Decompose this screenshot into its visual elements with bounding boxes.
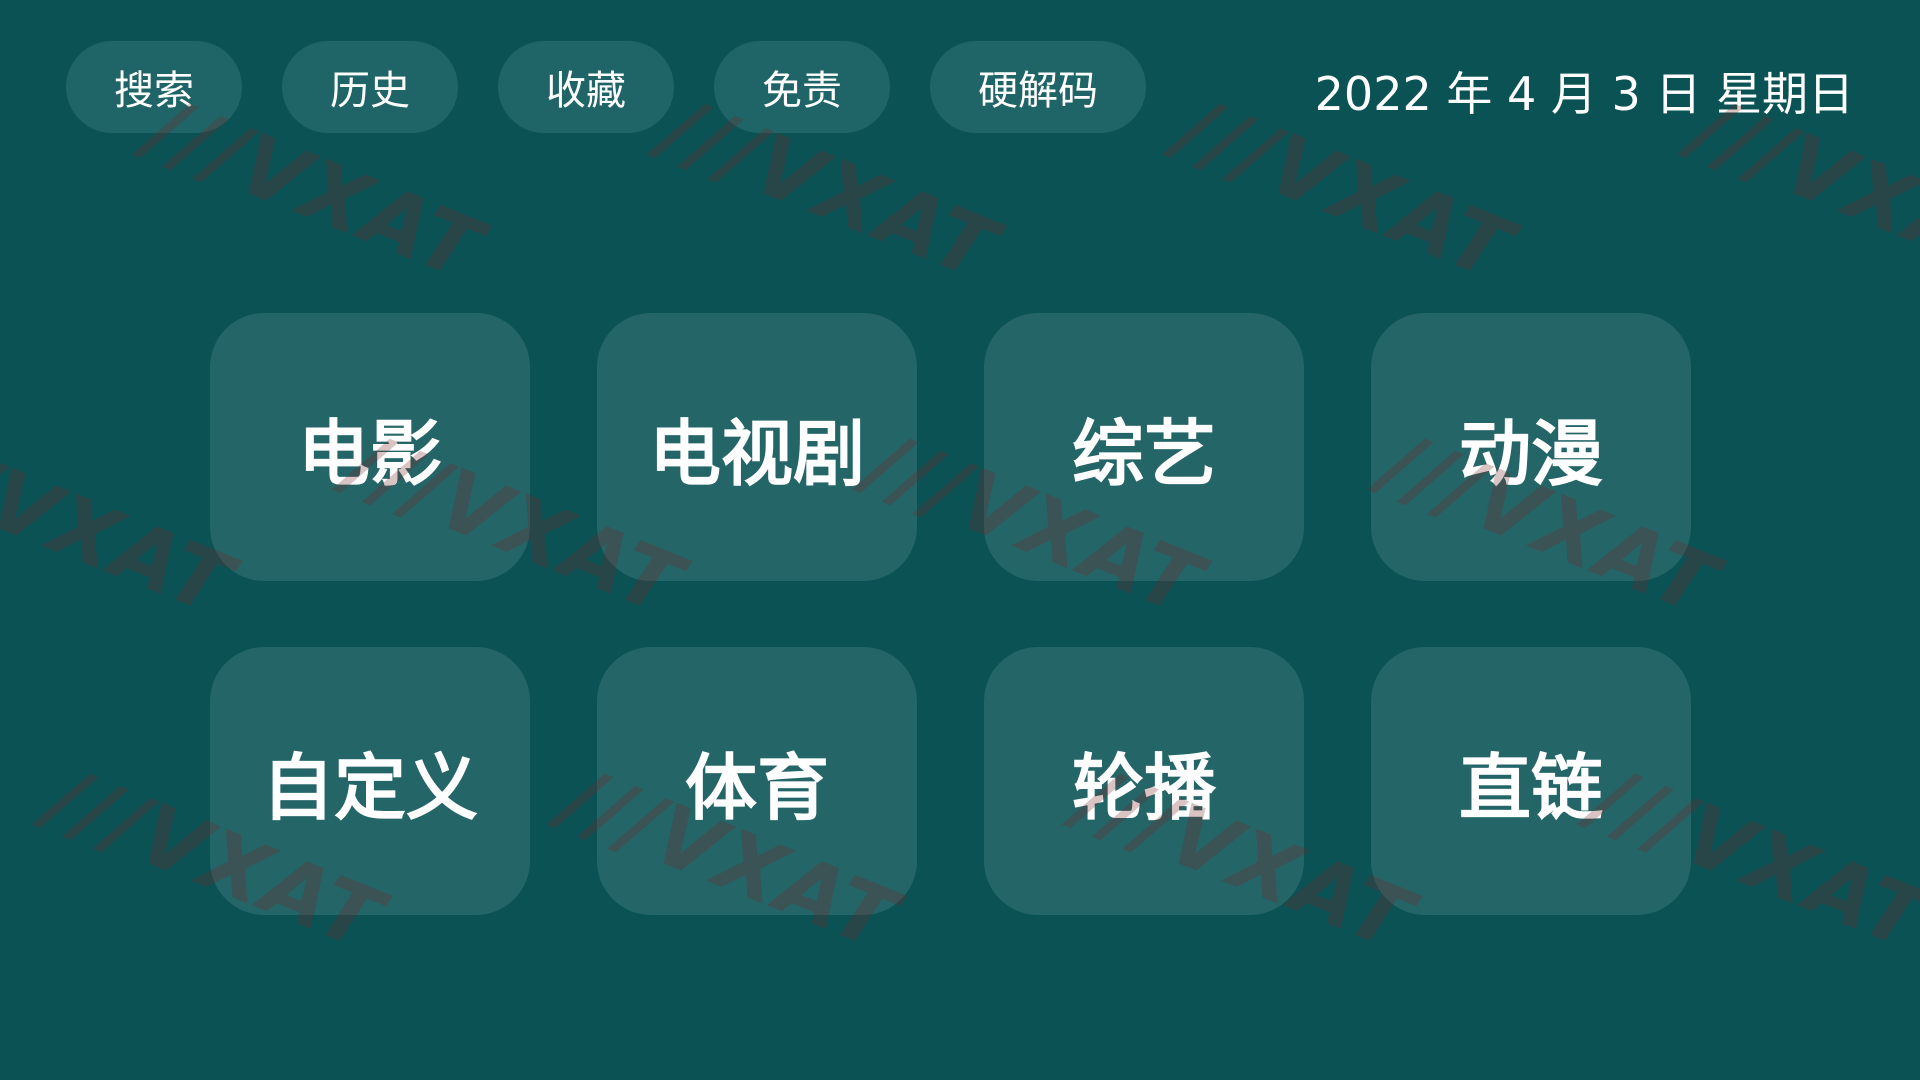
category-tile-carousel[interactable]: 轮播 [984,647,1304,915]
category-tile-sports[interactable]: 体育 [597,647,917,915]
category-tile-variety[interactable]: 综艺 [984,313,1304,581]
date-display: 2022 年 4 月 3 日 星期日 [1314,67,1854,121]
category-grid: 电影 电视剧 综艺 动漫 自定义 体育 轮播 直链 [210,313,1691,915]
app-screen: 搜索 历史 收藏 免责 硬解码 2022 年 4 月 3 日 星期日 电影 电视… [0,0,1920,1080]
category-tile-custom[interactable]: 自定义 [210,647,530,915]
category-tile-anime[interactable]: 动漫 [1371,313,1691,581]
category-tile-movies[interactable]: 电影 [210,313,530,581]
top-nav: 搜索 历史 收藏 免责 硬解码 [66,41,1146,133]
watermark: ///VXAT [0,412,246,636]
category-tile-tv-series[interactable]: 电视剧 [597,313,917,581]
category-tile-direct-link[interactable]: 直链 [1371,647,1691,915]
favorites-button[interactable]: 收藏 [498,41,674,133]
disclaimer-button[interactable]: 免责 [714,41,890,133]
hardware-decode-button[interactable]: 硬解码 [930,41,1146,133]
search-button[interactable]: 搜索 [66,41,242,133]
history-button[interactable]: 历史 [282,41,458,133]
